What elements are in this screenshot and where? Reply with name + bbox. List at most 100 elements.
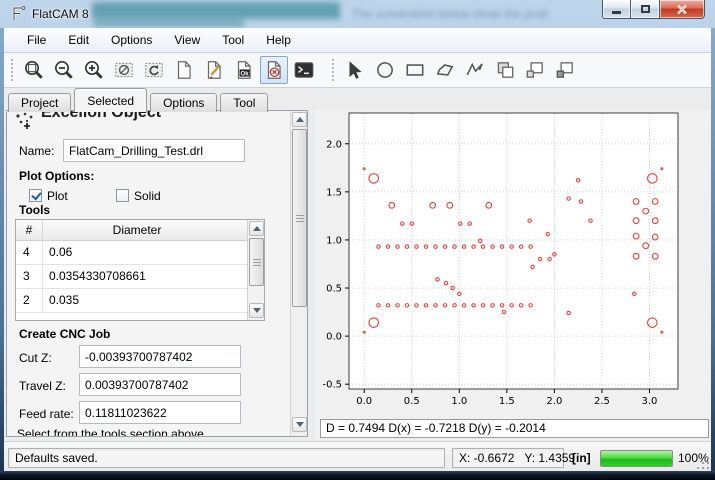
replot-icon (143, 59, 165, 81)
tool-number-cell[interactable]: 4 (16, 241, 43, 264)
tab-bar: Project Selected Options Tool (8, 88, 271, 112)
selected-object-panel: Excellon Object Name: Plot Options: Plot… (6, 110, 308, 437)
rectangle-tool-icon (404, 59, 426, 81)
scroll-down-button[interactable] (292, 417, 307, 432)
maximize-button[interactable] (631, 0, 660, 19)
tool-bar: Ok (4, 53, 711, 88)
cursor-y: Y: 1.4359 (524, 449, 575, 467)
tool-diameter-cell[interactable]: 0.0354330708661 (43, 265, 231, 288)
pointer-tool-button[interactable] (341, 56, 369, 84)
table-row[interactable]: 3 0.0354330708661 (16, 265, 264, 289)
desktop-bleed-blob (92, 2, 340, 19)
delete-file-button[interactable] (260, 56, 288, 84)
scroll-up-button[interactable] (249, 221, 264, 236)
travel-z-input[interactable] (79, 373, 241, 396)
tools-table-header[interactable]: # Diameter (16, 220, 264, 241)
scrollbar-thumb[interactable] (292, 129, 307, 307)
menu-help[interactable]: Help (255, 29, 302, 51)
circle-tool-icon (374, 59, 396, 81)
title-bar[interactable]: The screenshot below show the prob FlatC… (0, 0, 715, 28)
offset-objects-icon (554, 59, 576, 81)
svg-text:0.5: 0.5 (326, 284, 342, 295)
minimize-button[interactable] (602, 0, 631, 19)
tool-diameter-cell[interactable]: 0.035 (43, 289, 231, 312)
close-icon (676, 4, 688, 15)
edit-file-button[interactable] (200, 56, 228, 84)
plot-checkbox[interactable] (29, 189, 42, 202)
close-button[interactable] (660, 0, 705, 19)
tab-selected[interactable]: Selected (74, 88, 147, 112)
solid-checkbox[interactable] (116, 189, 129, 202)
distance-readout: D = 0.7494 D(x) = -0.7218 D(y) = -0.2014 (320, 419, 709, 438)
draw-polyline-button[interactable] (461, 56, 489, 84)
menu-file[interactable]: File (16, 29, 57, 51)
units-label: [in] (572, 451, 591, 465)
scrollbar-thumb[interactable] (249, 238, 264, 286)
svg-text:2.0: 2.0 (326, 139, 342, 150)
table-row[interactable]: 4 0.06 (16, 241, 264, 265)
menu-options[interactable]: Options (100, 29, 163, 51)
copy-objects-icon (494, 59, 516, 81)
scroll-down-button[interactable] (249, 303, 264, 318)
plot-canvas[interactable]: 0.00.51.01.52.02.53.0-0.50.00.51.01.52.0 (314, 110, 711, 415)
object-heading: Excellon Object (7, 111, 277, 132)
zoom-fit-button[interactable] (20, 56, 48, 84)
window-right-border (711, 28, 715, 471)
zoom-in-button[interactable] (80, 56, 108, 84)
table-scrollbar[interactable] (247, 220, 264, 320)
name-input[interactable] (63, 139, 245, 162)
cnc-job-label: Create CNC Job (19, 327, 110, 341)
feed-rate-input[interactable] (79, 401, 241, 424)
diameter-header[interactable]: Diameter (43, 220, 231, 240)
object-title: Excellon Object (41, 111, 161, 122)
excellon-object-icon (13, 111, 39, 132)
status-bar: Defaults saved. X: -0.6672 Y: 1.4359 [in… (4, 441, 711, 471)
chevron-down-icon (253, 308, 261, 313)
travel-z-label: Travel Z: (19, 379, 66, 393)
menu-edit[interactable]: Edit (57, 29, 100, 51)
tab-project[interactable]: Project (8, 93, 71, 112)
resize-grip[interactable] (698, 458, 710, 470)
chevron-down-icon (296, 422, 304, 427)
scroll-up-button[interactable] (292, 112, 307, 127)
move-objects-icon (524, 59, 546, 81)
tool-number-cell[interactable]: 3 (16, 265, 43, 288)
accept-file-button[interactable]: Ok (230, 56, 258, 84)
cut-z-input[interactable] (79, 345, 241, 368)
menu-tool[interactable]: Tool (211, 29, 255, 51)
menu-view[interactable]: View (163, 29, 211, 51)
toolbar-drag-handle[interactable] (332, 59, 335, 81)
tab-options[interactable]: Options (150, 93, 217, 112)
draw-rectangle-button[interactable] (401, 56, 429, 84)
tab-tool[interactable]: Tool (220, 93, 268, 112)
shell-button[interactable] (290, 56, 318, 84)
plot-checkbox-label: Plot (47, 189, 68, 203)
svg-text:1.5: 1.5 (326, 187, 342, 198)
tool-diameter-cell[interactable]: 0.06 (43, 241, 231, 264)
offset-objects-button[interactable] (551, 56, 579, 84)
cut-z-label: Cut Z: (19, 351, 52, 365)
svg-text:0.0: 0.0 (356, 396, 372, 407)
new-file-button[interactable] (170, 56, 198, 84)
draw-polygon-button[interactable] (431, 56, 459, 84)
zoom-out-button[interactable] (50, 56, 78, 84)
draw-circle-button[interactable] (371, 56, 399, 84)
tool-number-header[interactable]: # (16, 220, 43, 240)
progress-fill (601, 451, 672, 466)
name-label: Name: (19, 144, 54, 158)
svg-text:1.0: 1.0 (451, 396, 467, 407)
svg-text:0.0: 0.0 (326, 332, 342, 343)
replot-button[interactable] (140, 56, 168, 84)
copy-objects-button[interactable] (491, 56, 519, 84)
move-objects-button[interactable] (521, 56, 549, 84)
clear-plot-button[interactable] (110, 56, 138, 84)
plot-area: 0.00.51.01.52.02.53.0-0.50.00.51.01.52.0… (314, 110, 711, 440)
tool-number-cell[interactable]: 2 (16, 289, 43, 312)
feed-rate-label: Feed rate: (19, 407, 74, 421)
panel-scrollbar[interactable] (290, 111, 307, 436)
table-row[interactable]: 2 0.035 (16, 289, 264, 313)
grip-icon (296, 218, 304, 219)
polygon-tool-icon (434, 59, 456, 81)
svg-text:Ok: Ok (241, 71, 250, 77)
toolbar-drag-handle[interactable] (11, 59, 14, 81)
